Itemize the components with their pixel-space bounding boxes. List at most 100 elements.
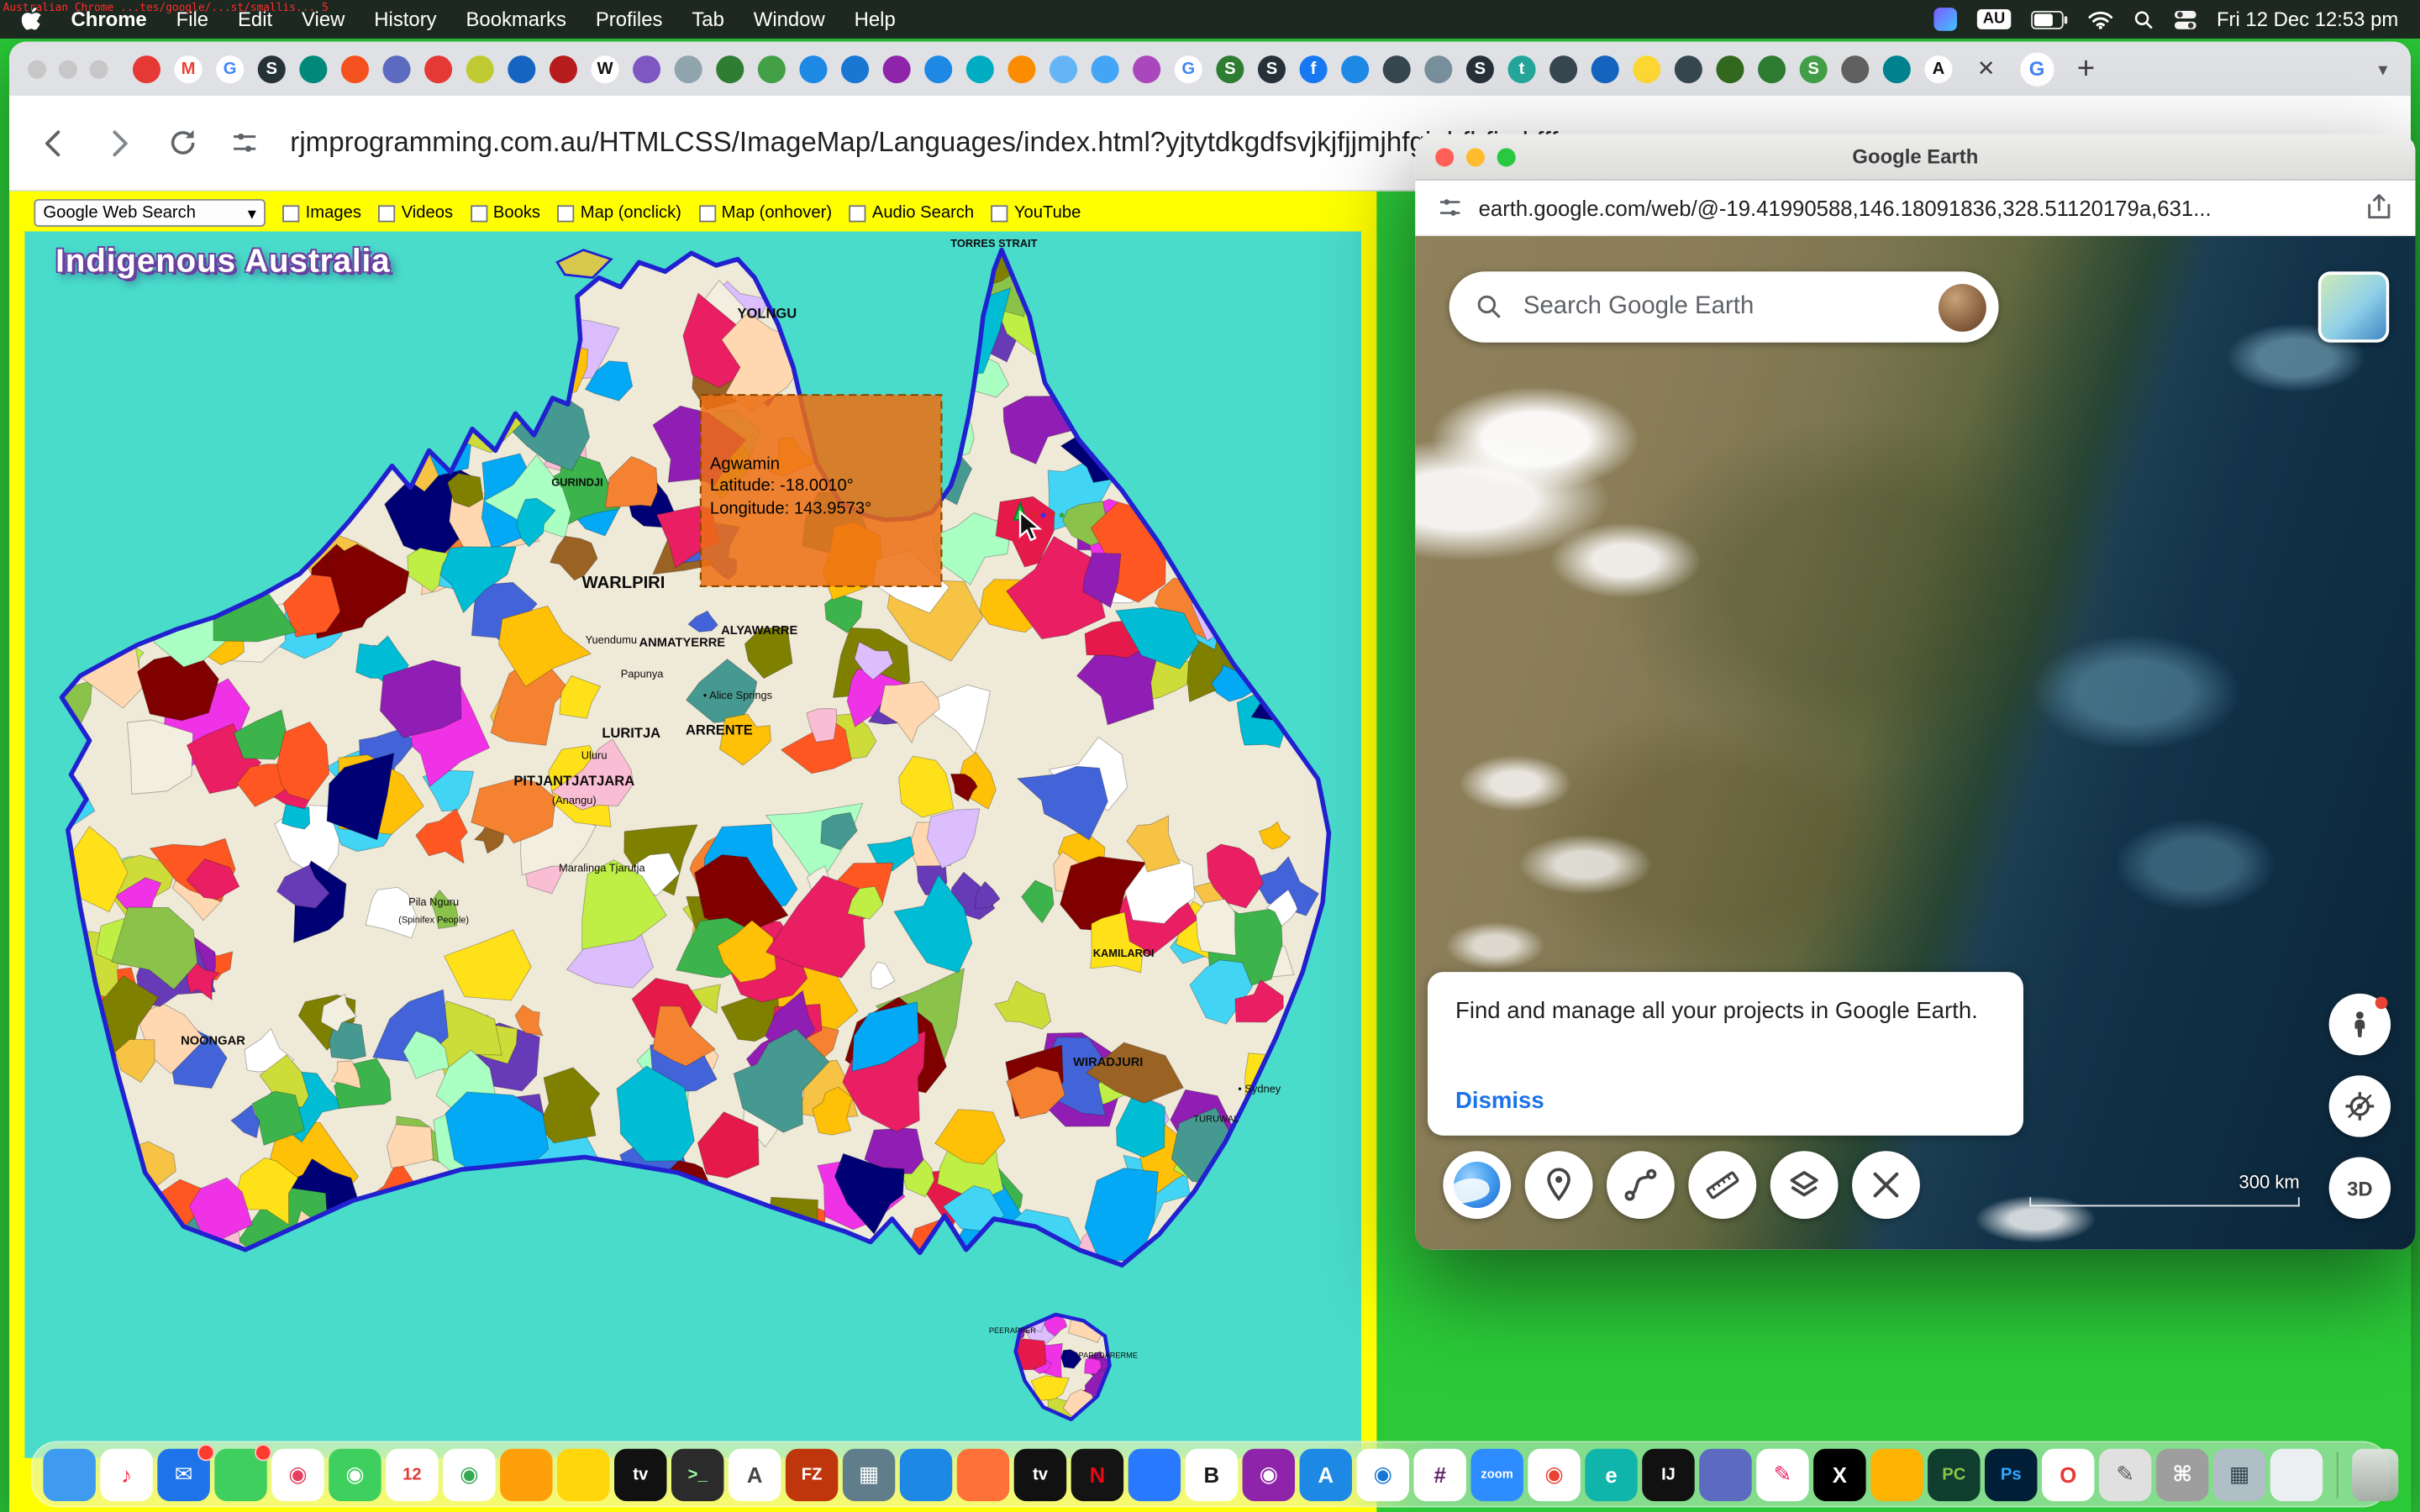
address-bar[interactable]: rjmprogramming.com.au/HTMLCSS/ImageMap/L… xyxy=(290,127,1558,160)
checkbox-youtube[interactable]: YouTube xyxy=(991,203,1081,222)
dock-icon[interactable]: A xyxy=(1300,1448,1352,1500)
spotlight-icon[interactable] xyxy=(2133,8,2155,30)
layers-button[interactable] xyxy=(1770,1151,1839,1219)
dock-icon[interactable]: # xyxy=(1413,1448,1465,1500)
globe-layers-button[interactable] xyxy=(1443,1151,1511,1219)
dock-icon[interactable]: Ps xyxy=(1985,1448,2037,1500)
pinned-tab-favicon[interactable] xyxy=(1591,55,1619,82)
australia-language-map-svg[interactable]: TORRES STRAITYOLNGUGURINDJIWARLPIRIYuend… xyxy=(24,232,1361,1458)
pinned-tab-favicon[interactable] xyxy=(1675,55,1702,82)
dock-icon[interactable]: ▦ xyxy=(843,1448,895,1500)
account-avatar[interactable] xyxy=(1939,283,1986,331)
menu-window[interactable]: Window xyxy=(754,8,825,31)
earth-search-bar[interactable]: Search Google Earth xyxy=(1449,271,1999,342)
menu-help[interactable]: Help xyxy=(855,8,896,31)
menubar-app-icon[interactable] xyxy=(1933,8,1957,31)
pinned-tab-favicon[interactable] xyxy=(466,55,494,82)
menu-profiles[interactable]: Profiles xyxy=(596,8,663,31)
pinned-tab-favicon[interactable] xyxy=(383,55,411,82)
pinned-tab-favicon[interactable]: G xyxy=(1175,55,1202,82)
menu-tab[interactable]: Tab xyxy=(692,8,724,31)
pinned-tab-favicon[interactable] xyxy=(1758,55,1786,82)
pinned-tab-favicon[interactable] xyxy=(1050,55,1077,82)
pinned-tab-favicon[interactable] xyxy=(1341,55,1369,82)
dock-icon[interactable]: ◉ xyxy=(443,1448,495,1500)
dock-icon[interactable]: PC xyxy=(1928,1448,1980,1500)
menu-bookmarks[interactable]: Bookmarks xyxy=(466,8,566,31)
zoom-window-button[interactable] xyxy=(90,60,108,78)
dock-icon[interactable] xyxy=(1699,1448,1751,1500)
pinned-tab-favicon[interactable] xyxy=(1633,55,1660,82)
tools-button[interactable] xyxy=(1852,1151,1920,1219)
dock-icon[interactable]: tv xyxy=(1014,1448,1066,1500)
tab-search-chevron-icon[interactable]: ▾ xyxy=(2378,58,2387,80)
earth-satellite-view[interactable]: Search Google Earth Find and manage all … xyxy=(1415,236,2415,1250)
dock-icon[interactable]: ⌘ xyxy=(2156,1448,2208,1500)
dock-icon[interactable]: ◉ xyxy=(271,1448,324,1500)
open-in-browser-icon[interactable] xyxy=(2365,193,2394,223)
pinned-tab-favicon[interactable] xyxy=(883,55,911,82)
dock-icon[interactable]: FZ xyxy=(786,1448,838,1500)
back-icon[interactable] xyxy=(37,126,71,160)
my-location-button[interactable] xyxy=(2329,1075,2391,1137)
dock-icon[interactable]: ▦ xyxy=(2213,1448,2265,1500)
forward-icon[interactable] xyxy=(102,126,135,160)
pinned-tab-favicon[interactable] xyxy=(758,55,786,82)
dock-icon[interactable] xyxy=(557,1448,609,1500)
checkbox-box[interactable] xyxy=(282,204,299,221)
zoom-window-button[interactable] xyxy=(1497,147,1516,165)
dock-icon[interactable]: ◉ xyxy=(1243,1448,1295,1500)
pinned-tab-favicon[interactable] xyxy=(675,55,702,82)
checkbox-images[interactable]: Images xyxy=(282,203,361,222)
dock-icon[interactable]: tv xyxy=(614,1448,666,1500)
pinned-tab-favicon[interactable] xyxy=(299,55,327,82)
pinned-tab-favicon[interactable] xyxy=(1841,55,1869,82)
dock-icon[interactable]: IJ xyxy=(1642,1448,1694,1500)
active-tab-favicon[interactable]: G xyxy=(2020,52,2054,86)
dock-icon[interactable]: ◉ xyxy=(1528,1448,1580,1500)
close-tab-icon[interactable]: ✕ xyxy=(1977,55,1996,81)
dock-icon[interactable] xyxy=(214,1448,266,1500)
dock-icon[interactable] xyxy=(43,1448,95,1500)
3d-toggle-button[interactable]: 3D xyxy=(2329,1158,2391,1219)
pinned-tab-favicon[interactable]: t xyxy=(1507,55,1535,82)
measure-button[interactable] xyxy=(1688,1151,1756,1219)
checkbox-box[interactable] xyxy=(991,204,1007,221)
pinned-tab-favicon[interactable] xyxy=(508,55,535,82)
checkbox-audio-search[interactable]: Audio Search xyxy=(849,203,974,222)
placemark-button[interactable] xyxy=(1525,1151,1593,1219)
site-settings-icon[interactable] xyxy=(230,128,260,157)
dock-icon[interactable] xyxy=(1128,1448,1181,1500)
checkbox-books[interactable]: Books xyxy=(470,203,540,222)
dismiss-link[interactable]: Dismiss xyxy=(1455,1088,1544,1114)
battery-icon[interactable] xyxy=(2032,10,2069,29)
dock-icon[interactable]: >_ xyxy=(671,1448,723,1500)
control-center-icon[interactable] xyxy=(2175,10,2196,29)
pinned-tab-favicon[interactable]: M xyxy=(175,55,203,82)
pinned-tab-favicon[interactable] xyxy=(1133,55,1160,82)
dock-icon[interactable]: ♪ xyxy=(100,1448,152,1500)
pinned-tab-favicon[interactable] xyxy=(1383,55,1411,82)
wifi-icon[interactable] xyxy=(2088,10,2112,29)
dock-icon[interactable] xyxy=(500,1448,552,1500)
earth-title-bar[interactable]: Google Earth xyxy=(1415,134,2415,181)
indigenous-australia-map[interactable]: TORRES STRAITYOLNGUGURINDJIWARLPIRIYuend… xyxy=(24,232,1361,1458)
menu-history[interactable]: History xyxy=(374,8,436,31)
pinned-tab-favicon[interactable] xyxy=(550,55,577,82)
dock-icon[interactable]: B xyxy=(1186,1448,1238,1500)
dock-icon[interactable]: X xyxy=(1813,1448,1865,1500)
dock-icon[interactable]: ✉ xyxy=(157,1448,209,1500)
pinned-tab-favicon[interactable] xyxy=(841,55,869,82)
site-settings-icon[interactable] xyxy=(1437,194,1463,220)
pinned-tab-favicon[interactable] xyxy=(133,55,160,82)
minimize-window-button[interactable] xyxy=(1466,147,1485,165)
close-window-button[interactable] xyxy=(1435,147,1454,165)
pinned-tab-favicon[interactable] xyxy=(1092,55,1119,82)
dock-icon[interactable]: 12 xyxy=(386,1448,438,1500)
dock-icon[interactable] xyxy=(900,1448,952,1500)
path-button[interactable] xyxy=(1607,1151,1675,1219)
pinned-tab-favicon[interactable] xyxy=(633,55,660,82)
checkbox-box[interactable] xyxy=(698,204,715,221)
dock-icon[interactable]: e xyxy=(1585,1448,1637,1500)
pinned-tab-favicon[interactable]: A xyxy=(1924,55,1952,82)
